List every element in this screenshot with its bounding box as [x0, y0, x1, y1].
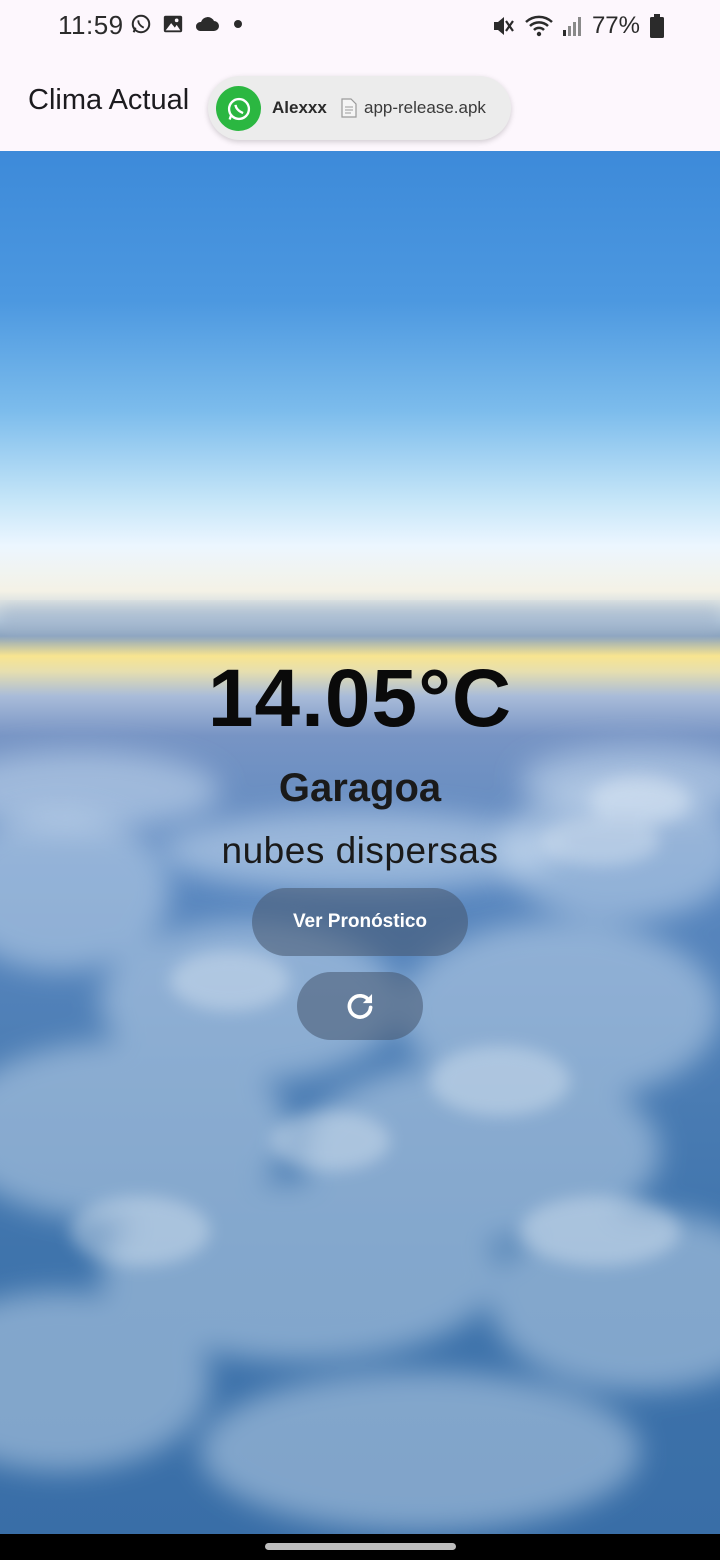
refresh-button[interactable]: [297, 972, 423, 1040]
cloud-icon: [195, 17, 219, 31]
whatsapp-app-icon: [216, 86, 261, 131]
gallery-icon: [163, 15, 183, 33]
notification-message: app-release.apk: [364, 98, 486, 117]
status-bar: 11:59 77%: [0, 0, 720, 52]
screen: 11:59 77% Clima Actual Alexxx app-releas…: [0, 0, 720, 1560]
whatsapp-icon: [227, 97, 250, 120]
mute-icon: [493, 17, 514, 35]
wifi-icon: [525, 15, 553, 37]
battery-icon: [650, 14, 664, 38]
signal-icon: [562, 17, 581, 36]
view-forecast-button[interactable]: Ver Pronóstico: [252, 888, 468, 956]
battery-percentage: 77%: [591, 12, 640, 39]
whatsapp-icon: [131, 14, 151, 34]
status-system-icons: 77%: [490, 12, 664, 40]
status-time: 11:59: [58, 10, 124, 40]
notification-sender: Alexxx: [272, 98, 327, 117]
refresh-icon: [347, 993, 373, 1019]
temperature-value: 14.05°C: [207, 653, 513, 744]
city-name: Garagoa: [278, 766, 442, 810]
view-forecast-label: Ver Pronóstico: [292, 911, 428, 932]
weather-description: nubes dispersas: [221, 830, 499, 871]
status-notification-icons: [130, 13, 246, 35]
home-gesture-handle[interactable]: [265, 1543, 456, 1550]
app-title: Clima Actual: [28, 84, 190, 116]
dot-icon: [234, 20, 242, 28]
document-icon: [341, 98, 357, 118]
notification-popup[interactable]: Alexxx app-release.apk: [208, 76, 511, 140]
